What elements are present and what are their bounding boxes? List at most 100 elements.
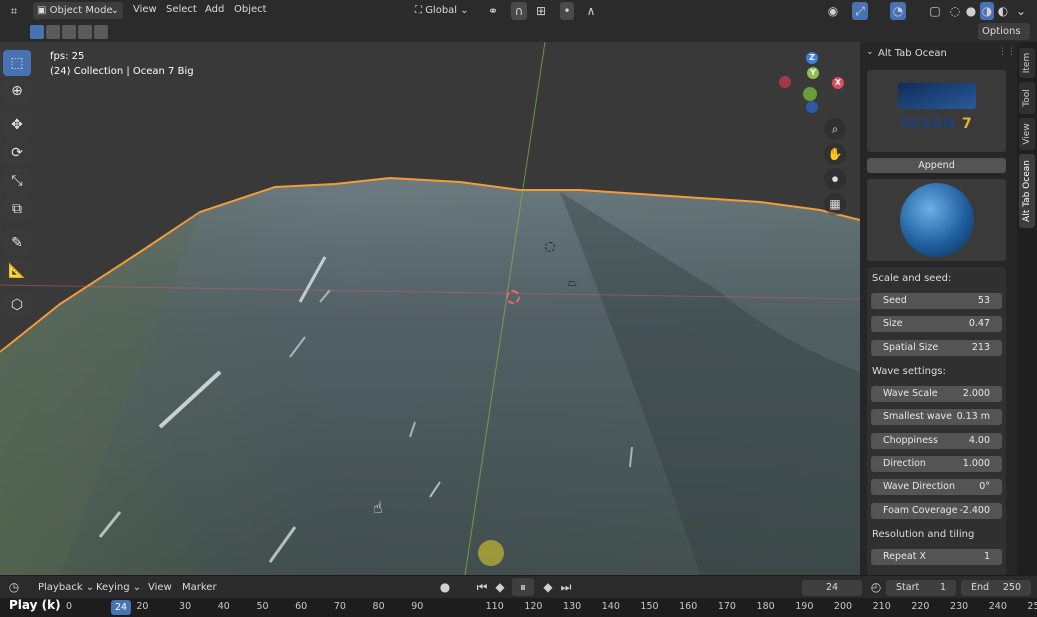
select-invert-icon[interactable]: [78, 25, 92, 39]
repeat-x-field[interactable]: Repeat X 1: [871, 549, 1002, 565]
start-frame-field[interactable]: Start 1: [886, 580, 956, 596]
field-value: 4.00: [968, 434, 990, 446]
wave-scale-field[interactable]: Wave Scale 2.000: [871, 386, 1002, 402]
menu-playback[interactable]: Playback ⌄: [38, 582, 94, 593]
tab-tool[interactable]: Tool: [1019, 82, 1035, 114]
measure-icon[interactable]: 📐: [3, 258, 31, 284]
selection-mode-group: [30, 25, 110, 39]
field-label: Size: [883, 318, 903, 330]
gizmo-x-axis[interactable]: X: [832, 77, 844, 89]
direction-field[interactable]: Direction 1.000: [871, 455, 1002, 472]
tab-view[interactable]: View: [1019, 118, 1035, 150]
playhead[interactable]: 24: [111, 600, 131, 615]
panel-title: Alt Tab Ocean: [878, 48, 947, 59]
rotate-icon[interactable]: ⟳: [3, 140, 31, 166]
wave-direction-field[interactable]: Wave Direction 0°: [871, 479, 1002, 496]
options-label: Options: [982, 26, 1021, 37]
append-button[interactable]: Append: [867, 158, 1006, 173]
wireframe-shading-icon[interactable]: ◌: [948, 2, 962, 20]
proportional-edit-icon[interactable]: •: [560, 2, 574, 20]
camera-view-icon[interactable]: ⏺: [824, 168, 846, 190]
next-keyframe-icon[interactable]: ◆: [540, 578, 556, 596]
smallest-wave-field[interactable]: Smallest wave 0.13 m: [871, 409, 1002, 426]
pivot-icon[interactable]: ⚭: [482, 2, 504, 20]
tab-item[interactable]: Item: [1019, 48, 1035, 78]
collapse-chevron-icon[interactable]: ⌄: [866, 47, 874, 57]
choppiness-field[interactable]: Choppiness 4.00: [871, 432, 1002, 449]
timeline-ruler[interactable]: Play (k) 0 20 30 40 50 60 70 80 90 110 120 130 140 15…: [0, 598, 1037, 617]
clock-icon[interactable]: ◴: [868, 578, 884, 596]
falloff-icon[interactable]: ∧: [580, 2, 602, 20]
gizmo-z-axis[interactable]: Z: [806, 52, 818, 64]
menu-view[interactable]: View: [133, 4, 157, 15]
resolution-label: Resolution and tiling: [872, 529, 975, 540]
seed-field[interactable]: Seed 53: [871, 293, 1002, 309]
3d-cursor-icon[interactable]: [506, 290, 520, 304]
timeline-header: ◷ Playback ⌄ Keying ⌄ View Marker ● ⏮ ◆ …: [0, 575, 1037, 598]
timeline-tick-label: 20: [136, 601, 149, 612]
rendered-shading-icon[interactable]: ◐: [996, 2, 1010, 20]
spatial-size-field[interactable]: Spatial Size 213: [871, 339, 1002, 356]
material-shading-icon[interactable]: ◑: [980, 2, 994, 20]
menu-timeline-view[interactable]: View: [148, 582, 172, 593]
menu-marker[interactable]: Marker: [182, 582, 217, 593]
zoom-icon[interactable]: ⌕: [824, 118, 846, 140]
snap-icon[interactable]: ∩: [511, 2, 527, 20]
overlay-toggle-icon[interactable]: ◔: [890, 2, 906, 20]
pan-hand-icon[interactable]: ✋: [824, 143, 846, 165]
field-label: Repeat X: [883, 551, 926, 562]
camera-icon[interactable]: ⏢: [568, 276, 577, 290]
drag-handle-icon[interactable]: ⋮⋮: [998, 47, 1016, 57]
options-dropdown[interactable]: Options ⌄: [978, 23, 1030, 54]
snap-target-icon[interactable]: ⊞: [530, 2, 552, 20]
select-subtract-icon[interactable]: [62, 25, 76, 39]
size-field[interactable]: Size 0.47: [871, 316, 1002, 333]
prev-keyframe-icon[interactable]: ◆: [492, 578, 508, 596]
tab-alt-tab-ocean[interactable]: Alt Tab Ocean: [1019, 154, 1035, 228]
mode-dropdown[interactable]: ▣ Object Mode ⌄: [33, 2, 123, 19]
perspective-grid-icon[interactable]: ▦: [824, 193, 846, 215]
gizmo-neg-z-axis[interactable]: [806, 101, 818, 113]
timeline-tick-label: 180: [756, 601, 775, 612]
visibility-icon[interactable]: ◉: [822, 2, 844, 20]
solid-shading-icon[interactable]: ●: [964, 2, 978, 20]
timeline-editor-icon[interactable]: ◷: [3, 578, 25, 596]
menu-keying[interactable]: Keying ⌄: [96, 582, 141, 593]
gizmo-neg-y-axis[interactable]: [803, 87, 817, 101]
menu-select[interactable]: Select: [166, 4, 197, 15]
current-frame-field[interactable]: 24: [802, 580, 862, 596]
select-new-icon[interactable]: [30, 25, 44, 39]
3d-viewport[interactable]: fps: 25 (24) Collection | Ocean 7 Big ⏢ …: [0, 42, 860, 575]
shading-options-icon[interactable]: ⌄: [1014, 2, 1028, 20]
menu-object[interactable]: Object: [234, 4, 267, 15]
ocean-mesh: [0, 42, 860, 575]
jump-start-icon[interactable]: ⏮: [474, 578, 490, 596]
record-icon[interactable]: ●: [437, 578, 453, 596]
sidebar-panel: ⌄ Alt Tab Ocean ⋮⋮ OCEAN 7 Append Scale …: [860, 42, 1017, 575]
field-label: Seed: [883, 295, 907, 306]
timeline-tick-label: 220: [911, 601, 930, 612]
add-cube-icon[interactable]: ⬡: [3, 292, 31, 318]
gizmo-toggle-icon[interactable]: ⤢: [852, 2, 868, 20]
select-box-icon[interactable]: ⬚: [3, 50, 31, 76]
gizmo-y-axis[interactable]: Y: [807, 67, 819, 79]
xray-icon[interactable]: ▢: [928, 2, 942, 20]
editor-type-icon[interactable]: ⌗: [3, 2, 25, 20]
gizmo-neg-x-axis[interactable]: [779, 76, 791, 88]
pause-icon[interactable]: ⏸: [512, 578, 534, 596]
scale-icon[interactable]: ⤡: [3, 168, 31, 194]
transform-orientation-dropdown[interactable]: ⛶ Global ⌄: [411, 2, 475, 19]
jump-end-icon[interactable]: ⏭: [558, 578, 574, 596]
menu-add[interactable]: Add: [205, 4, 224, 15]
foam-coverage-field[interactable]: Foam Coverage -2.400: [871, 502, 1002, 519]
tool-settings-bar: Options ⌄: [0, 22, 1037, 54]
end-frame-field[interactable]: End 250: [961, 580, 1031, 596]
move-icon[interactable]: ✥: [3, 112, 31, 138]
hand-cursor-icon: ☝: [373, 498, 383, 517]
select-extend-icon[interactable]: [46, 25, 60, 39]
annotate-icon[interactable]: ✎: [3, 230, 31, 256]
transform-icon[interactable]: ⧉: [3, 196, 31, 222]
select-intersect-icon[interactable]: [94, 25, 108, 39]
light-icon[interactable]: [545, 242, 555, 252]
cursor-icon[interactable]: ⊕: [3, 78, 31, 104]
